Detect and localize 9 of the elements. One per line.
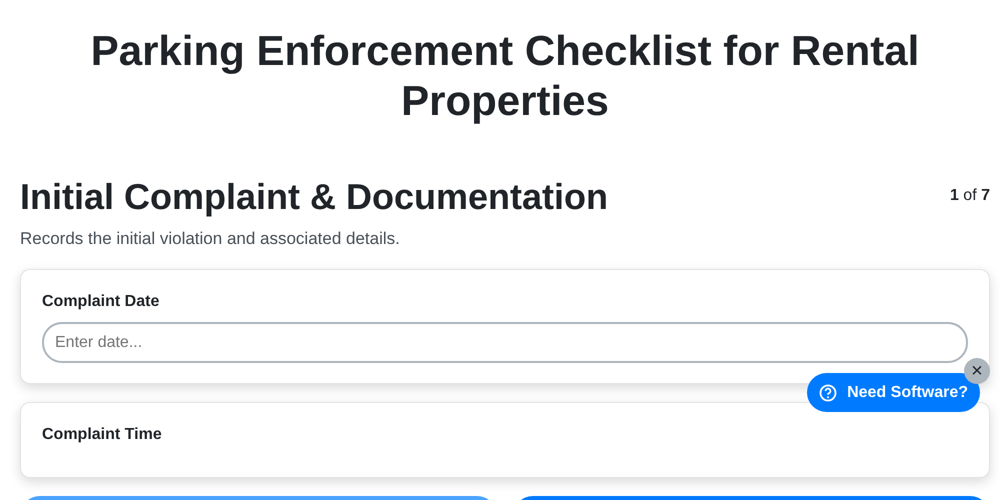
section-heading: Initial Complaint & Documentation xyxy=(20,174,608,218)
page-title: Parking Enforcement Checklist for Rental Properties xyxy=(90,26,920,126)
input-field[interactable]: Enter date... xyxy=(42,322,968,364)
section-description: Records the initial violation and associated details. xyxy=(20,228,401,250)
question-icon xyxy=(819,384,838,402)
field-label: Complaint Date xyxy=(42,292,160,312)
step-counter: 1 of 7 xyxy=(950,186,990,206)
help-button[interactable]: Need Software? xyxy=(807,373,980,412)
field-label: Complaint Time xyxy=(42,425,163,446)
